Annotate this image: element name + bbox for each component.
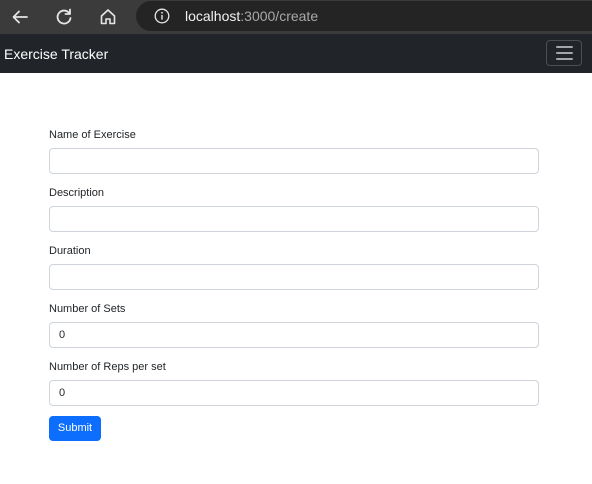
url-path: :3000/create xyxy=(240,8,319,24)
back-button[interactable] xyxy=(7,4,33,30)
reps-label: Number of Reps per set xyxy=(49,361,166,373)
back-arrow-icon xyxy=(12,10,28,24)
hamburger-menu-icon xyxy=(555,46,573,48)
navbar-toggler-button[interactable] xyxy=(546,40,582,66)
duration-label: Duration xyxy=(49,245,91,257)
navbar-brand[interactable]: Exercise Tracker xyxy=(4,45,108,63)
reload-icon xyxy=(56,8,72,25)
browser-toolbar: localhost:3000/create xyxy=(0,0,592,34)
home-button[interactable] xyxy=(95,4,121,30)
reload-button[interactable] xyxy=(51,4,77,30)
info-icon[interactable] xyxy=(154,8,170,24)
duration-input[interactable] xyxy=(49,264,539,290)
hamburger-menu-icon xyxy=(555,58,573,60)
url-host: localhost xyxy=(185,8,241,24)
submit-button[interactable]: Submit xyxy=(49,416,101,441)
sets-label: Number of Sets xyxy=(49,303,126,315)
exercise-name-input[interactable] xyxy=(49,148,539,174)
sets-input[interactable] xyxy=(49,322,539,348)
description-label: Description xyxy=(49,187,105,199)
hamburger-menu-icon xyxy=(555,52,573,54)
exercise-name-label: Name of Exercise xyxy=(49,129,136,141)
reps-input[interactable] xyxy=(49,380,539,406)
address-bar[interactable]: localhost:3000/create xyxy=(136,1,592,31)
url-text[interactable]: localhost:3000/create xyxy=(185,7,318,25)
app-navbar: Exercise Tracker xyxy=(0,34,592,73)
home-icon xyxy=(100,9,116,25)
description-input[interactable] xyxy=(49,206,539,232)
